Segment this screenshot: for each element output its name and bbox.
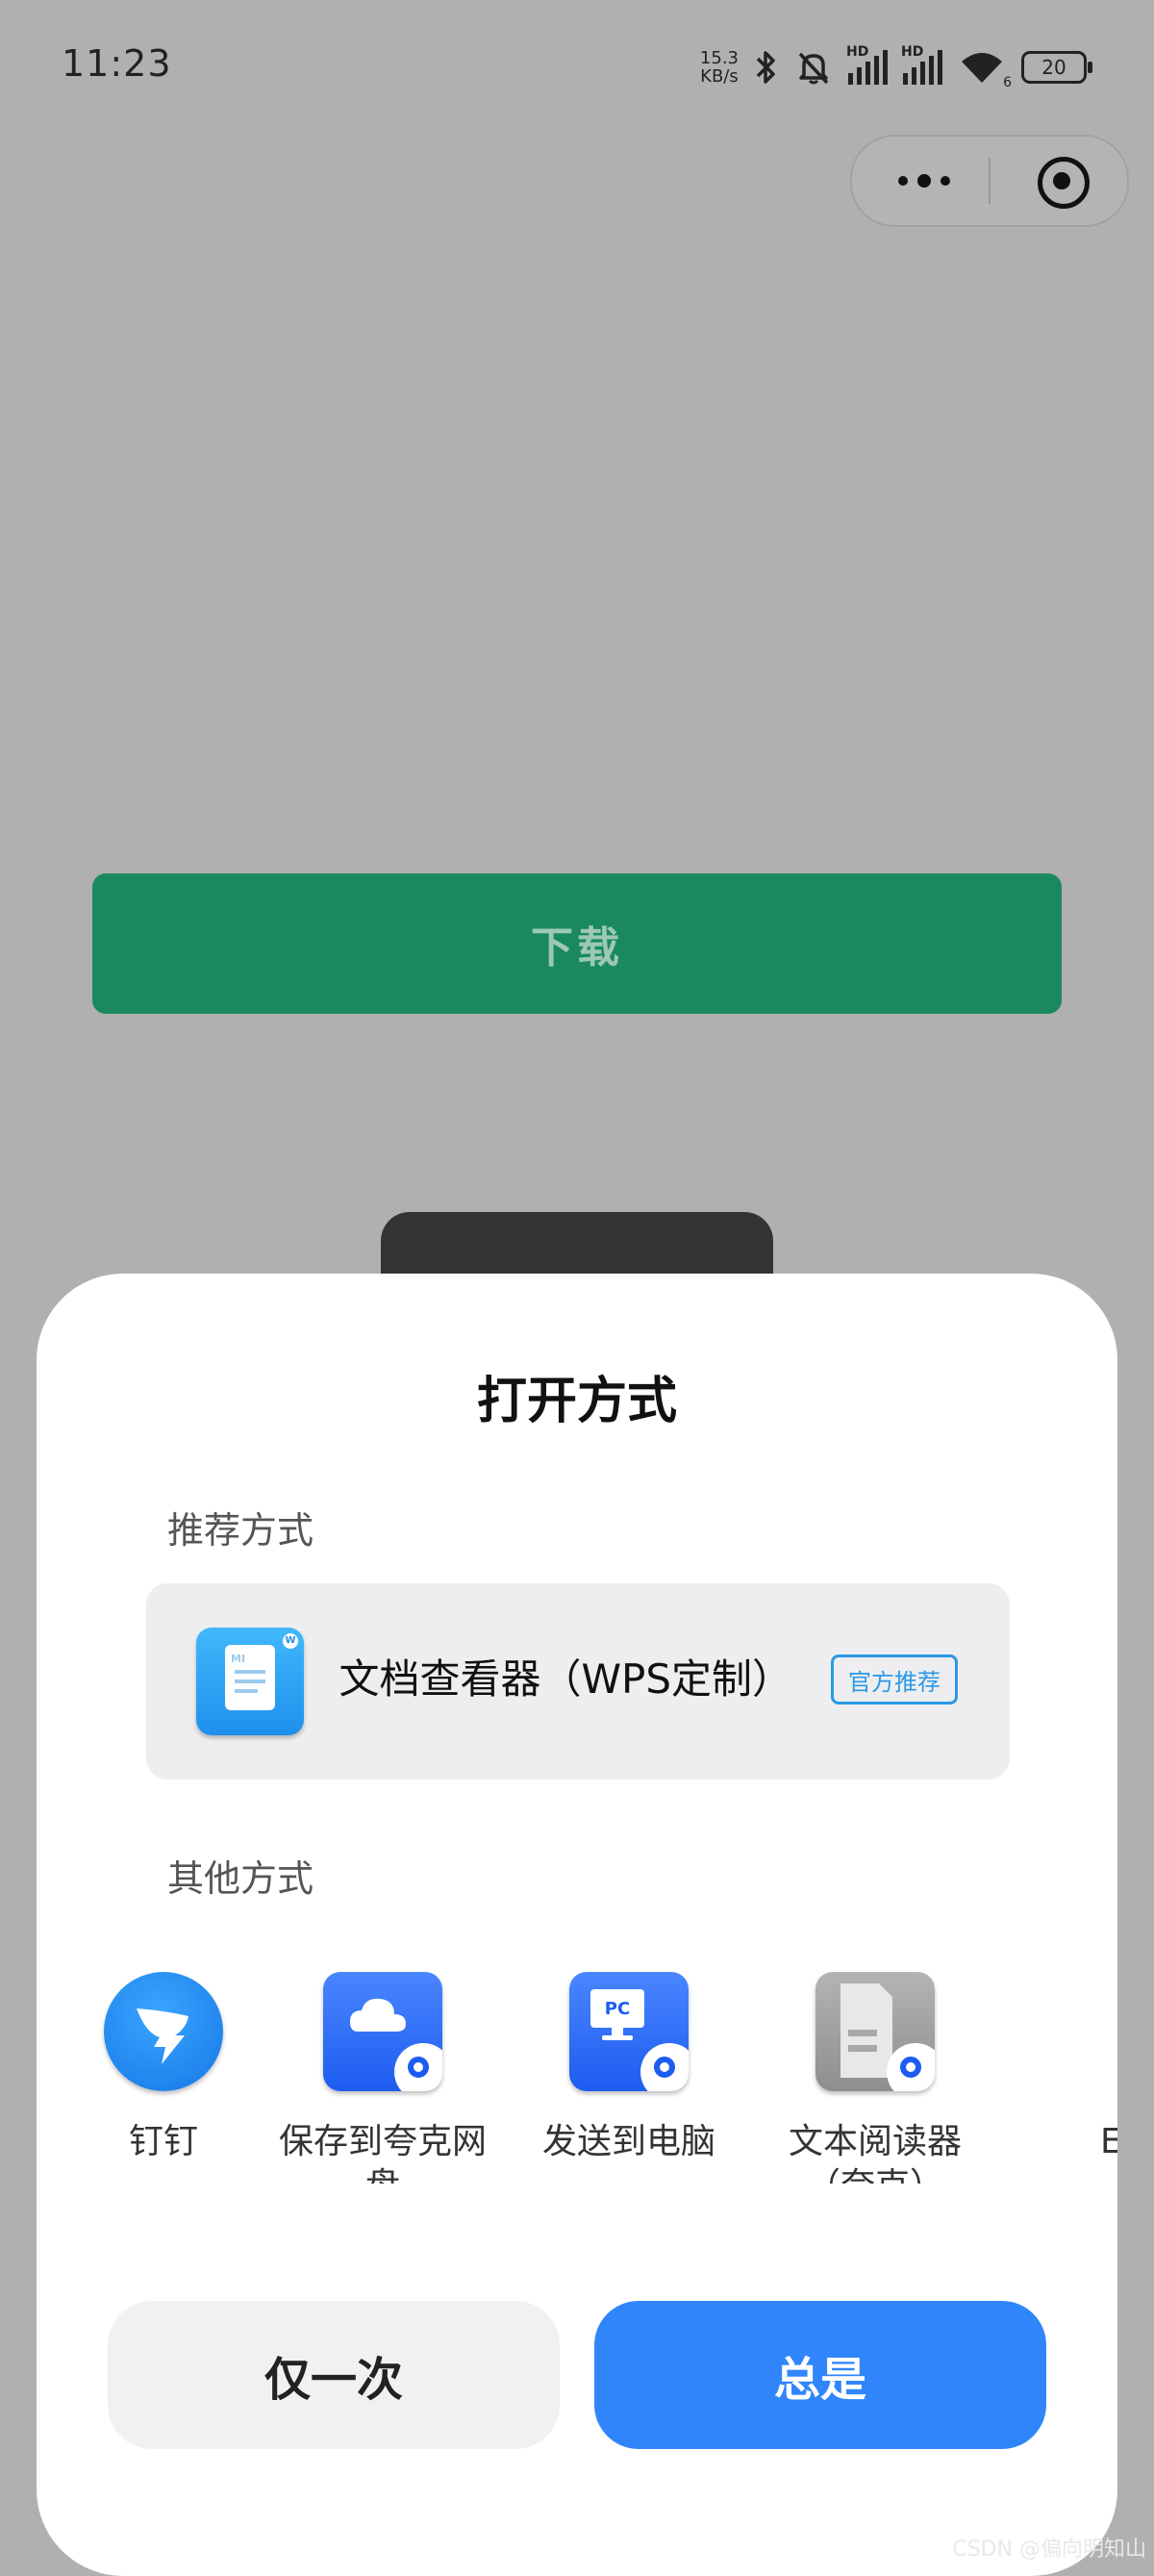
- close-mini-program-icon[interactable]: [1035, 154, 1090, 209]
- network-speed: 15.3 KB/s: [700, 49, 739, 86]
- official-recommend-badge: 官方推荐: [831, 1654, 958, 1705]
- app-label: 发送到电脑: [541, 2122, 715, 2161]
- recommended-app-option[interactable]: MI W 文档查看器（WPS定制） 官方推荐: [146, 1583, 1010, 1780]
- battery-icon: 20: [1021, 51, 1092, 84]
- watermark: CSDN @偏向明知山: [952, 2538, 1146, 2562]
- other-apps-row: 钉钉 保存到夸克网盘 PC 发送到电脑: [37, 1972, 1117, 2184]
- network-speed-unit: KB/s: [700, 66, 739, 87]
- bluetooth-icon: [756, 51, 775, 84]
- other-section-label: 其他方式: [167, 1857, 314, 1900]
- always-button[interactable]: 总是: [594, 2301, 1046, 2449]
- battery-level: 20: [1041, 56, 1066, 79]
- cellular-signal-1-icon: HD: [846, 44, 888, 85]
- app-label: 钉钉: [128, 2122, 198, 2161]
- recommended-app-name: 文档查看器（WPS定制）: [340, 1655, 792, 1703]
- sheet-title: 打开方式: [476, 1373, 677, 1430]
- more-options-icon[interactable]: [891, 164, 958, 198]
- bell-muted-icon: [798, 52, 829, 85]
- app-label: 保存到夸克网盘: [278, 2122, 487, 2184]
- quark-cloud-icon: [323, 1972, 442, 2091]
- capsule-divider: [989, 158, 991, 204]
- status-icons: 15.3 KB/s HD HD 6 20: [700, 38, 1092, 96]
- open-with-sheet: 打开方式 推荐方式 MI W 文档查看器（WPS定制） 官方推荐 其他方式 钉钉: [37, 1274, 1117, 2576]
- send-to-pc-icon: PC: [569, 1972, 689, 2091]
- mini-program-capsule: [850, 135, 1129, 227]
- network-speed-value: 15.3: [699, 48, 739, 68]
- text-reader-icon: [815, 1972, 935, 2091]
- wifi-icon: 6: [958, 48, 1012, 90]
- app-label: E: [1100, 2122, 1117, 2161]
- download-button[interactable]: 下载: [92, 873, 1062, 1014]
- just-once-button[interactable]: 仅一次: [108, 2301, 560, 2449]
- dingtalk-icon: [104, 1972, 223, 2091]
- status-time: 11:23: [62, 42, 172, 85]
- recommended-app-name-clip: 文档查看器（WPS定制）: [340, 1649, 792, 1710]
- svg-text:PC: PC: [605, 1999, 630, 2019]
- document-viewer-icon: MI W: [196, 1628, 304, 1735]
- cellular-signal-2-icon: HD: [901, 44, 942, 85]
- app-label: 文本阅读器（夸克）: [788, 2122, 962, 2184]
- status-bar: 11:23 15.3 KB/s HD HD 6 20: [0, 0, 1154, 135]
- recommended-section-label: 推荐方式: [167, 1509, 314, 1552]
